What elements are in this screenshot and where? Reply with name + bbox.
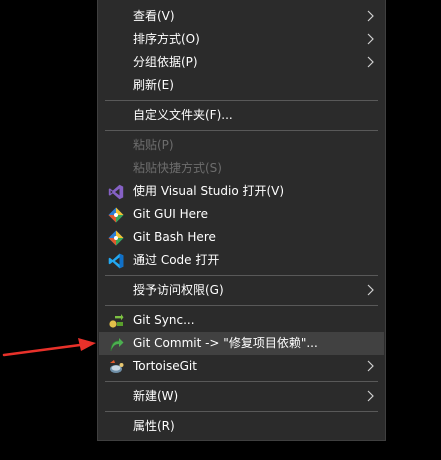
menu-item-properties[interactable]: 属性(R) bbox=[99, 415, 384, 438]
menu-separator bbox=[105, 381, 378, 382]
context-menu: 查看(V) 排序方式(O) 分组依据(P) 刷新(E) 自定义文件夹(F)...… bbox=[97, 0, 386, 441]
chevron-right-icon bbox=[367, 56, 374, 68]
menu-item-label: Git GUI Here bbox=[133, 207, 209, 221]
menu-item-label: 刷新(E) bbox=[133, 78, 174, 92]
chevron-right-icon bbox=[367, 10, 374, 22]
menu-item-label: Git Commit -> "修复项目依赖"... bbox=[133, 336, 318, 350]
menu-item-label: 自定义文件夹(F)... bbox=[133, 108, 233, 122]
git-icon bbox=[108, 230, 124, 246]
menu-item-open-vscode[interactable]: 通过 Code 打开 bbox=[99, 249, 384, 272]
menu-item-sort[interactable]: 排序方式(O) bbox=[99, 28, 384, 51]
menu-item-label: 属性(R) bbox=[133, 419, 175, 433]
menu-item-label: TortoiseGit bbox=[133, 359, 197, 373]
menu-item-label: 粘贴(P) bbox=[133, 138, 174, 152]
menu-separator bbox=[105, 100, 378, 101]
menu-item-label: 分组依据(P) bbox=[133, 55, 198, 69]
menu-item-git-commit[interactable]: Git Commit -> "修复项目依赖"... bbox=[99, 332, 384, 355]
chevron-right-icon bbox=[367, 33, 374, 45]
chevron-right-icon bbox=[367, 284, 374, 296]
menu-item-new[interactable]: 新建(W) bbox=[99, 385, 384, 408]
tortoisegit-sync-icon bbox=[109, 314, 124, 328]
menu-item-label: 授予访问权限(G) bbox=[133, 283, 224, 297]
menu-item-git-gui[interactable]: Git GUI Here bbox=[99, 203, 384, 226]
menu-item-label: 新建(W) bbox=[133, 389, 179, 403]
tortoisegit-commit-icon bbox=[110, 338, 124, 352]
git-icon bbox=[108, 207, 124, 223]
menu-item-tortoisegit[interactable]: TortoiseGit bbox=[99, 355, 384, 378]
menu-item-git-sync[interactable]: Git Sync... bbox=[99, 309, 384, 332]
menu-item-grant-access[interactable]: 授予访问权限(G) bbox=[99, 279, 384, 302]
menu-item-label: 排序方式(O) bbox=[133, 32, 200, 46]
menu-item-view[interactable]: 查看(V) bbox=[99, 5, 384, 28]
menu-item-git-bash[interactable]: Git Bash Here bbox=[99, 226, 384, 249]
menu-item-group[interactable]: 分组依据(P) bbox=[99, 51, 384, 74]
menu-item-paste: 粘贴(P) bbox=[99, 134, 384, 157]
menu-item-customize-folder[interactable]: 自定义文件夹(F)... bbox=[99, 104, 384, 127]
menu-separator bbox=[105, 275, 378, 276]
chevron-right-icon bbox=[367, 360, 374, 372]
menu-item-label: 查看(V) bbox=[133, 9, 175, 23]
menu-separator bbox=[105, 411, 378, 412]
annotation-arrow-icon bbox=[2, 338, 96, 357]
menu-item-label: 粘贴快捷方式(S) bbox=[133, 161, 222, 175]
menu-separator bbox=[105, 305, 378, 306]
menu-item-label: 使用 Visual Studio 打开(V) bbox=[133, 184, 285, 198]
chevron-right-icon bbox=[367, 390, 374, 402]
menu-item-label: Git Bash Here bbox=[133, 230, 216, 244]
menu-item-label: Git Sync... bbox=[133, 313, 195, 327]
menu-separator bbox=[105, 130, 378, 131]
menu-item-open-visual-studio[interactable]: 使用 Visual Studio 打开(V) bbox=[99, 180, 384, 203]
menu-item-label: 通过 Code 打开 bbox=[133, 253, 220, 267]
menu-item-refresh[interactable]: 刷新(E) bbox=[99, 74, 384, 97]
visual-studio-icon bbox=[108, 184, 124, 200]
vscode-icon bbox=[108, 253, 124, 269]
menu-item-paste-shortcut: 粘贴快捷方式(S) bbox=[99, 157, 384, 180]
tortoisegit-icon bbox=[110, 360, 124, 373]
